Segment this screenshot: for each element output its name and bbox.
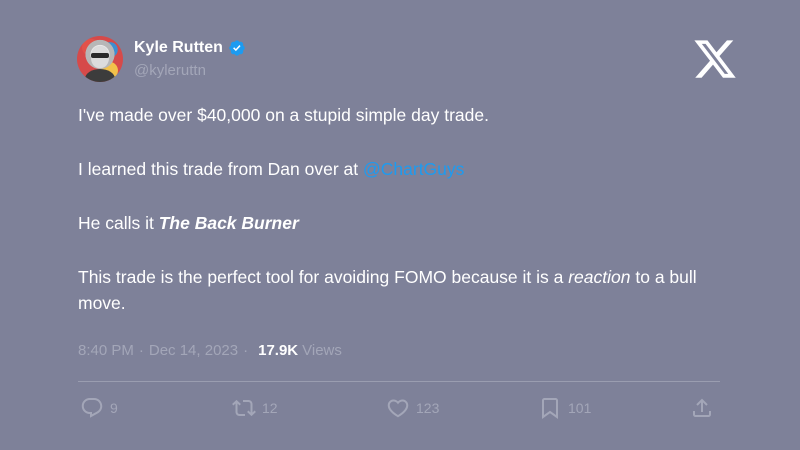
tweet-meta: 8:40 PM · Dec 14, 2023 · 17.9K Views [78, 342, 342, 359]
like-count: 123 [416, 400, 440, 416]
x-logo-icon [694, 40, 736, 78]
tweet-paragraph-2: I learned this trade from Dan over at @C… [78, 156, 728, 182]
views-count[interactable]: 17.9K [258, 342, 298, 359]
emphasis-text: The Back Burner [158, 213, 299, 233]
tweet-body: I've made over $40,000 on a stupid simpl… [78, 102, 728, 344]
bookmark-icon [542, 398, 558, 419]
retweet-count: 12 [262, 400, 278, 416]
tweet-paragraph-1: I've made over $40,000 on a stupid simpl… [78, 102, 728, 128]
author-handle[interactable]: @kyleruttn [134, 62, 206, 79]
tweet-line-4-text: This trade is the perfect tool for avoid… [78, 267, 569, 287]
italic-text: reaction [568, 267, 631, 287]
reply-button[interactable]: 9 [80, 396, 118, 420]
like-button[interactable]: 123 [386, 396, 439, 420]
divider [78, 381, 720, 382]
tweet-line-1: I've made over $40,000 on a stupid simpl… [78, 105, 489, 125]
tweet-paragraph-4: This trade is the perfect tool for avoid… [78, 264, 728, 316]
meta-separator-1: · [138, 342, 144, 359]
tweet-paragraph-3: He calls it The Back Burner [78, 210, 728, 236]
verified-badge-icon [229, 40, 245, 56]
avatar-sunglasses [91, 53, 109, 58]
tweet-line-3-text: He calls it [78, 213, 159, 233]
tweet-date[interactable]: Dec 14, 2023 [149, 342, 238, 359]
share-icon [693, 398, 711, 417]
tweet-header: Kyle Rutten @kyleruttn [77, 36, 740, 86]
author-name-row: Kyle Rutten [134, 39, 246, 57]
tweet-line-2-text: I learned this trade from Dan over at [78, 159, 363, 179]
bookmark-button[interactable]: 101 [538, 396, 591, 420]
views-label: Views [302, 342, 342, 359]
share-button[interactable] [690, 396, 714, 420]
meta-separator-2: · [243, 342, 249, 359]
reply-icon [81, 398, 103, 418]
author-name[interactable]: Kyle Rutten [134, 39, 223, 57]
avatar[interactable] [77, 36, 123, 82]
bookmark-count: 101 [568, 400, 592, 416]
retweet-icon [232, 399, 256, 417]
mention-link[interactable]: @ChartGuys [363, 159, 464, 179]
tweet-time[interactable]: 8:40 PM [78, 342, 134, 359]
like-icon [387, 399, 409, 418]
retweet-button[interactable]: 12 [232, 396, 278, 420]
avatar-body [85, 69, 115, 82]
action-bar: 9 12 123 101 [80, 396, 720, 424]
reply-count: 9 [110, 400, 118, 416]
